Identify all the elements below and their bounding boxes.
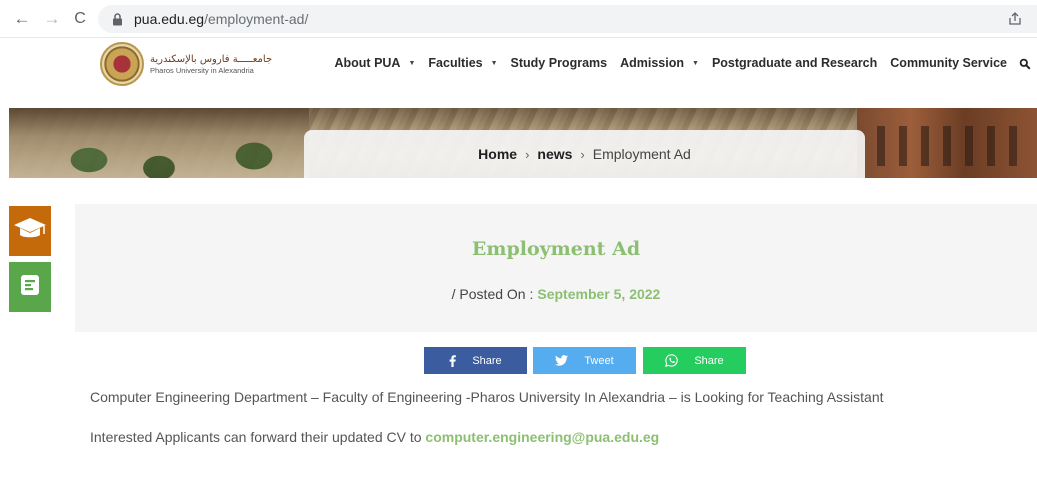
nav-label: Community Service (890, 56, 1007, 70)
university-seal-icon (100, 42, 144, 86)
nav-label: Faculties (428, 56, 483, 70)
breadcrumb-separator: › (580, 146, 585, 162)
facebook-icon (449, 354, 457, 367)
post-body-contact: Interested Applicants can forward their … (90, 429, 659, 445)
nav-postgraduate-research[interactable]: Postgraduate and Research (712, 56, 877, 70)
post-body-line: Computer Engineering Department – Facult… (90, 389, 884, 405)
breadcrumb-current: Employment Ad (592, 146, 691, 162)
address-bar[interactable]: pua.edu.eg/employment-ad/ (98, 5, 1037, 33)
logo-arabic-name: جامعـــــة فاروس بالإسكندرية (150, 53, 273, 65)
side-news-button[interactable] (9, 262, 51, 312)
back-button[interactable]: ← (12, 9, 32, 29)
news-document-icon (20, 274, 40, 301)
nav-label: About PUA (334, 56, 401, 70)
banner-building-image (857, 108, 1037, 178)
breadcrumb-separator: › (525, 146, 530, 162)
email-link[interactable]: computer.engineering@pua.edu.eg (425, 429, 659, 445)
browser-toolbar: ← → C pua.edu.eg/employment-ad/ (0, 0, 1037, 38)
posted-on: / Posted On : September 5, 2022 (75, 286, 1037, 302)
twitter-tweet-label: Tweet (584, 354, 614, 367)
contact-text: Interested Applicants can forward their … (90, 429, 426, 445)
facebook-share-button[interactable]: Share (424, 347, 527, 374)
whatsapp-share-button[interactable]: Share (643, 347, 746, 374)
post-header: Employment Ad / Posted On : September 5, … (75, 204, 1037, 332)
forward-button[interactable]: → (42, 9, 62, 29)
twitter-tweet-button[interactable]: Tweet (533, 347, 636, 374)
banner-windows (877, 126, 1027, 166)
search-icon[interactable] (1019, 57, 1031, 70)
nav-label: Postgraduate and Research (711, 56, 878, 70)
banner-campus-image (9, 108, 309, 178)
posted-date: September 5, 2022 (537, 286, 661, 302)
url-host: pua.edu.eg (134, 11, 205, 27)
share-page-icon[interactable] (1007, 11, 1023, 27)
side-graduation-button[interactable] (9, 206, 51, 256)
nav-label: Study Programs (510, 56, 608, 70)
chevron-down-icon: ▼ (490, 59, 498, 67)
site-header: جامعـــــة فاروس بالإسكندرية Pharos Univ… (0, 38, 1037, 108)
nav-faculties[interactable]: Faculties ▼ (428, 56, 497, 70)
nav-about-pua[interactable]: About PUA ▼ (335, 56, 416, 70)
reload-button[interactable]: C (70, 9, 90, 29)
chevron-down-icon: ▼ (692, 59, 699, 67)
nav-community-service[interactable]: Community Service (890, 56, 1007, 70)
lock-icon (112, 12, 124, 26)
site-logo[interactable]: جامعـــــة فاروس بالإسكندرية Pharos Univ… (100, 42, 280, 86)
twitter-icon (555, 355, 569, 366)
chevron-down-icon: ▼ (408, 59, 416, 67)
whatsapp-share-label: Share (694, 354, 724, 367)
facebook-share-label: Share (472, 354, 502, 367)
breadcrumb-home[interactable]: Home (478, 146, 517, 162)
logo-text: جامعـــــة فاروس بالإسكندرية Pharos Univ… (150, 53, 272, 76)
graduation-cap-icon (13, 217, 47, 246)
nav-study-programs[interactable]: Study Programs (511, 56, 608, 70)
page-banner: Home › news › Employment Ad (9, 108, 1037, 178)
url-path: /employment-ad/ (204, 11, 309, 27)
breadcrumb-news[interactable]: news (537, 146, 572, 162)
logo-english-name: Pharos University in Alexandria (150, 65, 254, 75)
page-title: Employment Ad (471, 238, 641, 260)
posted-label: / Posted On : (451, 286, 534, 302)
whatsapp-icon (665, 354, 679, 367)
main-nav: About PUA ▼ Faculties ▼ Study Programs Adm… (322, 53, 1032, 73)
nav-admission[interactable]: Admission ▼ (620, 56, 699, 70)
nav-label: Admission (620, 56, 684, 70)
breadcrumb: Home › news › Employment Ad (304, 130, 865, 178)
